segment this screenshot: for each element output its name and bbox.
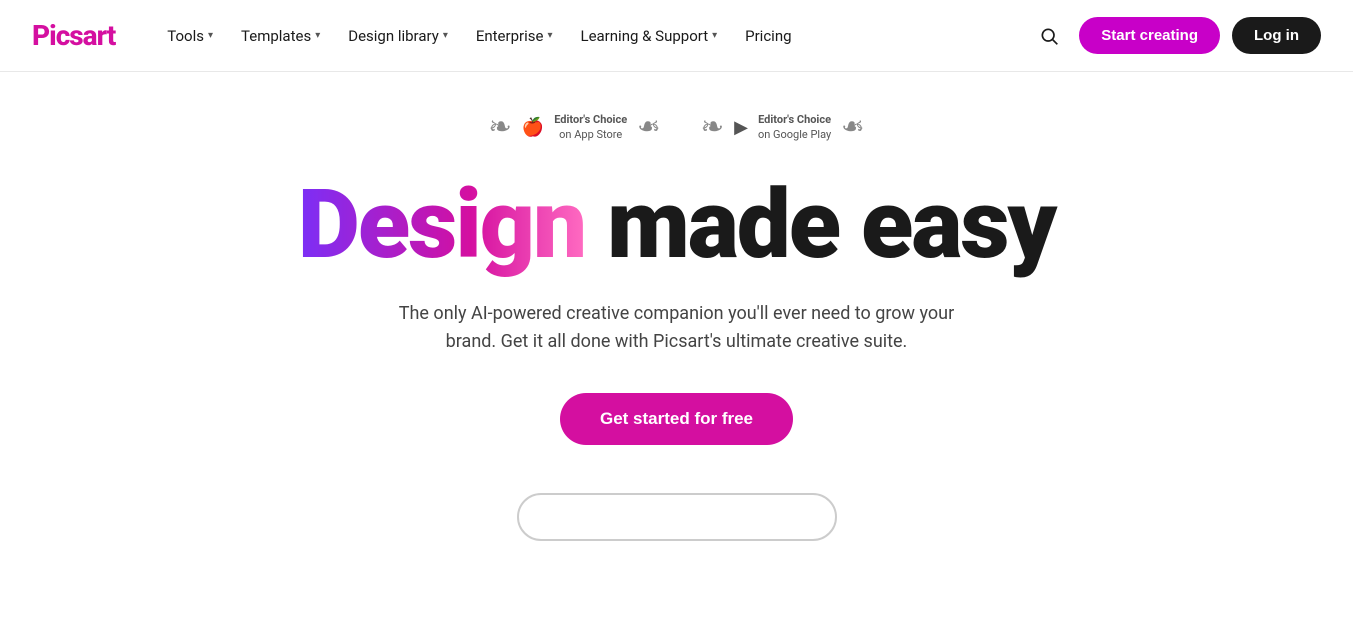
laurel-right: ❧: [841, 113, 864, 141]
chevron-down-icon: ▾: [443, 30, 448, 41]
laurel-left: ❧: [488, 113, 511, 141]
laurel-icon: ❧: [841, 113, 864, 141]
laurel-right: ❧: [637, 113, 660, 141]
google-play-badge: ❧ ▶ Editor's Choice on Google Play ❧: [701, 112, 865, 143]
navbar: Picsart Tools ▾ Templates ▾ Design libra…: [0, 0, 1353, 72]
nav-item-learning-support[interactable]: Learning & Support ▾: [568, 19, 729, 53]
laurel-icon: ❧: [637, 113, 660, 141]
nav-item-templates[interactable]: Templates ▾: [229, 19, 332, 53]
hero-subtitle: The only AI-powered creative companion y…: [387, 300, 967, 358]
hero-title: Design made easy: [298, 175, 1056, 276]
laurel-left: ❧: [701, 113, 724, 141]
app-store-badge: ❧ 🍎 Editor's Choice on App Store ❧: [488, 112, 660, 143]
chevron-down-icon: ▾: [208, 30, 213, 41]
app-store-badge-text: Editor's Choice on App Store: [554, 112, 627, 143]
laurel-icon: ❧: [701, 113, 724, 141]
hero-title-design: Design: [298, 169, 585, 281]
chevron-down-icon: ▾: [315, 30, 320, 41]
google-play-badge-text: Editor's Choice on Google Play: [758, 112, 831, 143]
nav-actions: Start creating Log in: [1031, 17, 1321, 54]
login-button[interactable]: Log in: [1232, 17, 1321, 54]
laurel-icon: ❧: [488, 113, 511, 141]
chevron-down-icon: ▾: [712, 30, 717, 41]
nav-item-design-library[interactable]: Design library ▾: [336, 19, 460, 53]
get-started-button[interactable]: Get started for free: [560, 393, 793, 445]
search-icon: [1039, 26, 1059, 46]
main-content: ❧ 🍎 Editor's Choice on App Store ❧ ❧ ▶ E…: [0, 72, 1353, 541]
hero-title-rest: made easy: [585, 169, 1055, 281]
chevron-down-icon: ▾: [547, 30, 552, 41]
play-icon: ▶: [734, 117, 748, 138]
logo[interactable]: Picsart: [32, 19, 115, 52]
nav-links: Tools ▾ Templates ▾ Design library ▾ Ent…: [155, 19, 1031, 53]
nav-item-pricing[interactable]: Pricing: [733, 19, 803, 53]
start-creating-button[interactable]: Start creating: [1079, 17, 1220, 54]
nav-item-enterprise[interactable]: Enterprise ▾: [464, 19, 565, 53]
award-badges: ❧ 🍎 Editor's Choice on App Store ❧ ❧ ▶ E…: [488, 112, 864, 143]
search-button[interactable]: [1031, 18, 1067, 54]
nav-item-tools[interactable]: Tools ▾: [155, 19, 225, 53]
apple-icon: 🍎: [522, 117, 544, 138]
bottom-bar-hint: [517, 493, 837, 541]
